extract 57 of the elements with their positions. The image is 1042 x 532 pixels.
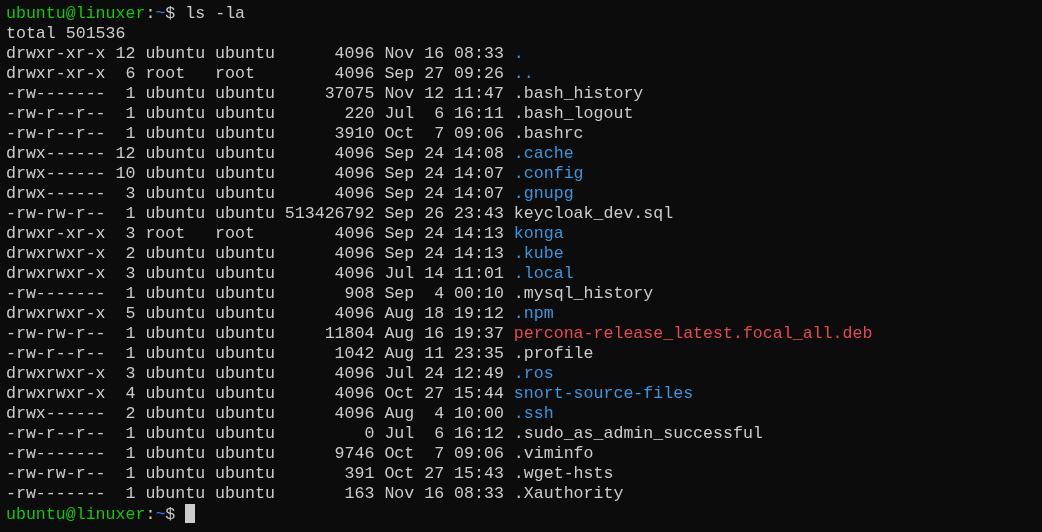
file-details: -rw-rw-r-- 1 ubuntu ubuntu 11804 Aug 16 19:37	[6, 324, 505, 343]
file-name: .bash_logout	[513, 104, 634, 123]
prompt-symbol: $	[165, 4, 176, 23]
file-name: .profile	[513, 344, 594, 363]
file-details: -rw------- 1 ubuntu ubuntu 37075 Nov 12 11:47	[6, 84, 505, 103]
file-details: drwx------ 2 ubuntu ubuntu 4096 Aug 4 10:00	[6, 404, 505, 423]
file-name: snort-source-files	[513, 384, 694, 403]
file-details: drwxrwxr-x 4 ubuntu ubuntu 4096 Oct 27 15:44	[6, 384, 505, 403]
file-details: -rw-rw-r-- 1 ubuntu ubuntu 391 Oct 27 15:43	[6, 464, 505, 483]
file-name: .wget-hsts	[513, 464, 614, 483]
prompt-path: ~	[155, 4, 166, 23]
file-name: .bashrc	[513, 124, 584, 143]
file-details: drwx------ 10 ubuntu ubuntu 4096 Sep 24 14:07	[6, 164, 505, 183]
file-details: drwxrwxr-x 3 ubuntu ubuntu 4096 Jul 14 11:01	[6, 264, 505, 283]
file-name: .sudo_as_admin_successful	[513, 424, 763, 443]
file-details: -rw------- 1 ubuntu ubuntu 908 Sep 4 00:10	[6, 284, 505, 303]
file-name: .npm	[513, 304, 554, 323]
file-name: .ssh	[513, 404, 554, 423]
file-name: .viminfo	[513, 444, 594, 463]
file-details: -rw-r--r-- 1 ubuntu ubuntu 0 Jul 6 16:12	[6, 424, 505, 443]
file-details: drwx------ 3 ubuntu ubuntu 4096 Sep 24 14:07	[6, 184, 505, 203]
file-details: -rw-r--r-- 1 ubuntu ubuntu 1042 Aug 11 23:35	[6, 344, 505, 363]
file-details: -rw------- 1 ubuntu ubuntu 9746 Oct 7 09:06	[6, 444, 505, 463]
file-name: ..	[513, 64, 534, 83]
file-details: drwxr-xr-x 3 root root 4096 Sep 24 14:13	[6, 224, 505, 243]
file-name: .	[513, 44, 524, 63]
file-name: .mysql_history	[513, 284, 654, 303]
prompt-path: ~	[155, 505, 166, 524]
file-name: konga	[513, 224, 564, 243]
file-name: .bash_history	[513, 84, 644, 103]
file-details: -rw------- 1 ubuntu ubuntu 163 Nov 16 08:33	[6, 484, 505, 503]
file-name: .local	[513, 264, 574, 283]
prompt-user-host: ubuntu@linuxer	[6, 505, 146, 524]
file-name: .cache	[513, 144, 574, 163]
text-cursor	[185, 504, 196, 523]
file-details: drwxr-xr-x 6 root root 4096 Sep 27 09:26	[6, 64, 505, 83]
file-details: -rw-r--r-- 1 ubuntu ubuntu 220 Jul 6 16:11	[6, 104, 505, 123]
total-line: total 501536	[6, 24, 126, 43]
file-name: .Xauthority	[513, 484, 624, 503]
file-details: drwxrwxr-x 3 ubuntu ubuntu 4096 Jul 24 12:49	[6, 364, 505, 383]
file-details: drwxr-xr-x 12 ubuntu ubuntu 4096 Nov 16 08:33	[6, 44, 505, 63]
file-name: percona-release_latest.focal_all.deb	[513, 324, 873, 343]
file-details: drwxrwxr-x 5 ubuntu ubuntu 4096 Aug 18 19:12	[6, 304, 505, 323]
file-details: -rw-rw-r-- 1 ubuntu ubuntu 513426792 Sep 26 23:43	[6, 204, 505, 223]
file-details: drwx------ 12 ubuntu ubuntu 4096 Sep 24 14:08	[6, 144, 505, 163]
file-details: -rw-r--r-- 1 ubuntu ubuntu 3910 Oct 7 09:06	[6, 124, 505, 143]
file-details: drwxrwxr-x 2 ubuntu ubuntu 4096 Sep 24 14:13	[6, 244, 505, 263]
command-text: ls -la	[185, 4, 246, 23]
prompt-separator: :	[145, 505, 156, 524]
file-name: .config	[513, 164, 584, 183]
file-name: .kube	[513, 244, 564, 263]
file-name: .gnupg	[513, 184, 574, 203]
prompt-user-host: ubuntu@linuxer	[6, 4, 146, 23]
file-name: .ros	[513, 364, 554, 383]
file-name: keycloak_dev.sql	[513, 204, 674, 223]
prompt-symbol: $	[165, 505, 176, 524]
prompt-separator: :	[145, 4, 156, 23]
